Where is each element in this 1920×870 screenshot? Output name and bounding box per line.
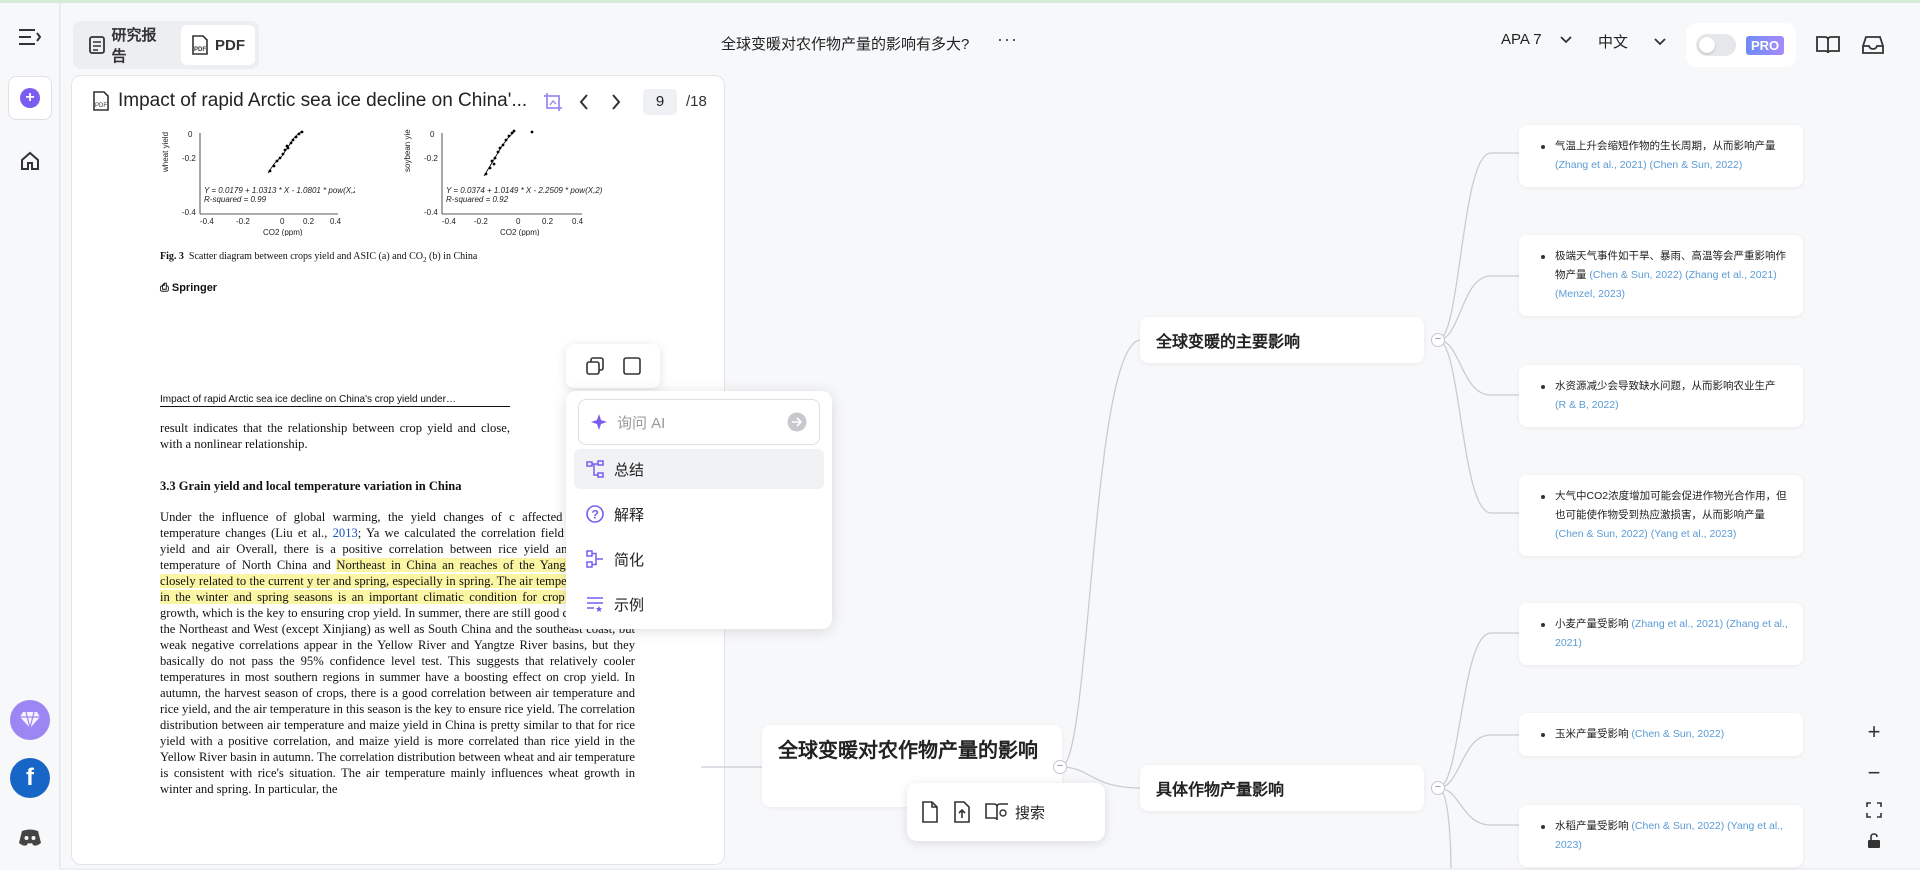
leaf-text: 气温上升会缩短作物的生长周期，从而影响产量 (1555, 140, 1776, 152)
lock-icon[interactable] (1867, 833, 1881, 849)
plus-icon: + (20, 88, 40, 108)
premium-gem-button[interactable] (8, 698, 52, 742)
sidebar-toggle-icon[interactable] (8, 15, 52, 59)
upload-file-icon[interactable] (953, 801, 971, 823)
search-button[interactable]: 搜索 (985, 802, 1045, 823)
search-label: 搜索 (1015, 804, 1046, 822)
mindmap-leaf[interactable]: 气温上升会缩短作物的生长周期，从而影响产量 (Zhang et al., 2021… (1519, 125, 1803, 187)
left-rail: + f (0, 3, 60, 870)
mindmap-leaf[interactable]: 极端天气事件如干旱、暴雨、高温等会严重影响作物产量 (Chen & Sun, 2… (1519, 235, 1803, 316)
leaf-text: 小麦产量受影响 (1555, 618, 1629, 630)
leaf-citation[interactable]: (R & B, 2022) (1555, 399, 1619, 411)
facebook-button[interactable]: f (8, 756, 52, 800)
leaf-citation[interactable]: (Chen & Sun, 2022) (1631, 728, 1724, 740)
discord-icon[interactable] (8, 816, 52, 860)
mindmap-leaf[interactable]: 大气中CO2浓度增加可能会促进作物光合作用，但也可能使作物受到热应激损害，从而影… (1519, 475, 1803, 556)
leaf-citation[interactable]: (Zhang et al., 2021) (Chen & Sun, 2022) (1555, 159, 1742, 171)
zoom-in-icon[interactable]: + (1868, 719, 1881, 745)
leaf-text: 玉米产量受影响 (1555, 728, 1629, 740)
mindmap-branch-crop-yield[interactable]: 具体作物产量影响 (1140, 765, 1424, 811)
fit-screen-icon[interactable] (1866, 801, 1882, 818)
zoom-controls: + − (1854, 713, 1894, 855)
leaf-text: 大气中CO2浓度增加可能会促进作物光合作用，但也可能使作物受到热应激损害，从而影… (1555, 490, 1787, 521)
book-search-icon (985, 803, 1008, 821)
mindmap-leaf[interactable]: 水稻产量受影响 (Chen & Sun, 2022) (Yang et al.,… (1519, 805, 1803, 867)
mindmap-leaf[interactable]: 水资源减少会导致缺水问题，从而影响农业生产 (R & B, 2022) (1519, 365, 1803, 427)
collapse-toggle-icon[interactable]: − (1053, 760, 1067, 774)
mindmap-branch-main-impacts[interactable]: 全球变暖的主要影响 (1140, 317, 1424, 363)
mindmap-leaf[interactable]: 玉米产量受影响 (Chen & Sun, 2022) (1519, 713, 1803, 756)
document-icon[interactable] (921, 801, 939, 823)
collapse-toggle-icon[interactable]: − (1431, 781, 1445, 795)
diamond-icon (10, 700, 50, 740)
leaf-text: 水稻产量受影响 (1555, 820, 1629, 832)
zoom-out-icon[interactable]: − (1868, 760, 1881, 786)
facebook-icon: f (10, 758, 50, 798)
new-chat-button[interactable]: + (8, 76, 52, 120)
leaf-citation[interactable]: (Chen & Sun, 2022) (Zhang et al., 2021) … (1555, 269, 1777, 300)
mindmap-leaf[interactable]: 小麦产量受影响 (Zhang et al., 2021) (Zhang et a… (1519, 603, 1803, 665)
collapse-toggle-icon[interactable]: − (1431, 333, 1445, 347)
home-icon[interactable] (8, 139, 52, 183)
bottom-toolbar: 搜索 (907, 783, 1105, 841)
main-area: 研究报告 PDF PDF 全球变暖对农作物产量的影响有多大? ··· APA 7… (61, 3, 1920, 868)
leaf-text: 水资源减少会导致缺水问题，从而影响农业生产 (1555, 380, 1776, 392)
leaf-citation[interactable]: (Chen & Sun, 2022) (Yang et al., 2023) (1555, 528, 1736, 540)
